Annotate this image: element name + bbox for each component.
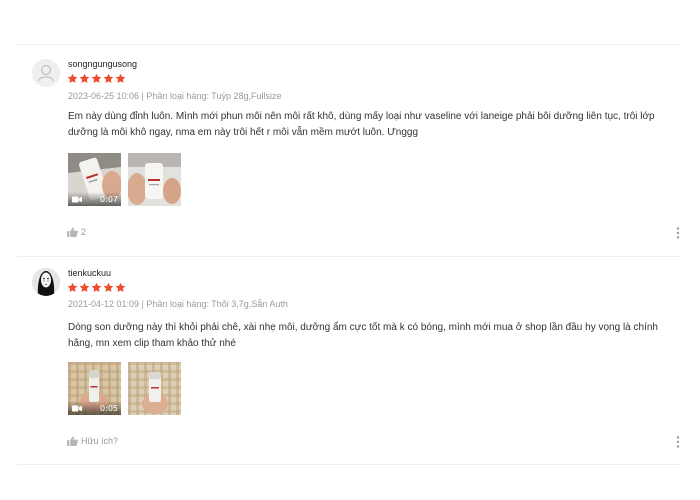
review-video-thumbnail[interactable]: 0:07 [68,153,121,206]
more-options-button[interactable] [676,436,680,448]
review-text: Em này dùng đỉnh luôn. Mình mới phun môi… [68,111,655,138]
divider [17,464,680,465]
video-duration: 0:05 [100,403,118,413]
video-duration: 0:07 [100,194,118,204]
like-count: 2 [81,227,87,237]
review-meta: 2021-04-12 01:09 | Phân loại hàng: Thỏi … [68,299,288,309]
video-overlay: 0:05 [68,401,121,415]
star-icon [103,282,114,292]
user-icon [32,59,60,87]
star-icon [103,73,114,83]
star-rating [67,282,126,293]
like-button[interactable]: 2 [67,227,86,237]
review-meta: 2023-06-25 10:06 | Phân loại hàng: Tuýp … [68,91,282,101]
review-list: songngungusong 2023-06-25 10:06 | Phân l… [0,0,700,500]
more-vertical-icon [676,436,680,448]
star-icon [115,73,126,83]
video-camera-icon [72,196,82,202]
review-image-thumbnail[interactable] [128,362,181,415]
review-item: songngungusong 2023-06-25 10:06 | Phân l… [0,44,700,256]
avatar[interactable] [32,59,60,87]
star-icon [115,282,126,292]
helpful-label: Hữu ích? [81,436,119,446]
star-icon [91,282,102,292]
review-image-thumbnail[interactable] [128,153,181,206]
video-camera-icon [72,405,82,411]
more-options-button[interactable] [676,227,680,239]
helpful-button[interactable]: Hữu ích? [67,436,118,446]
star-rating [67,73,126,84]
avatar[interactable] [32,268,60,296]
username[interactable]: tienkuckuu [68,268,111,278]
review-item: tienkuckuu 2021-04-12 01:09 | Phân loại … [0,256,700,464]
thumbs-up-icon [67,227,78,237]
star-icon [91,73,102,83]
star-icon [67,282,78,292]
thumbs-up-icon [67,436,78,446]
star-icon [79,73,90,83]
no-face-avatar [32,268,60,296]
more-vertical-icon [676,227,680,239]
star-icon [79,282,90,292]
review-text: Dòng son dưỡng này thì khỏi phải chê, xà… [68,322,658,349]
video-overlay: 0:07 [68,192,121,206]
username[interactable]: songngungusong [68,59,137,69]
review-video-thumbnail[interactable]: 0:05 [68,362,121,415]
star-icon [67,73,78,83]
